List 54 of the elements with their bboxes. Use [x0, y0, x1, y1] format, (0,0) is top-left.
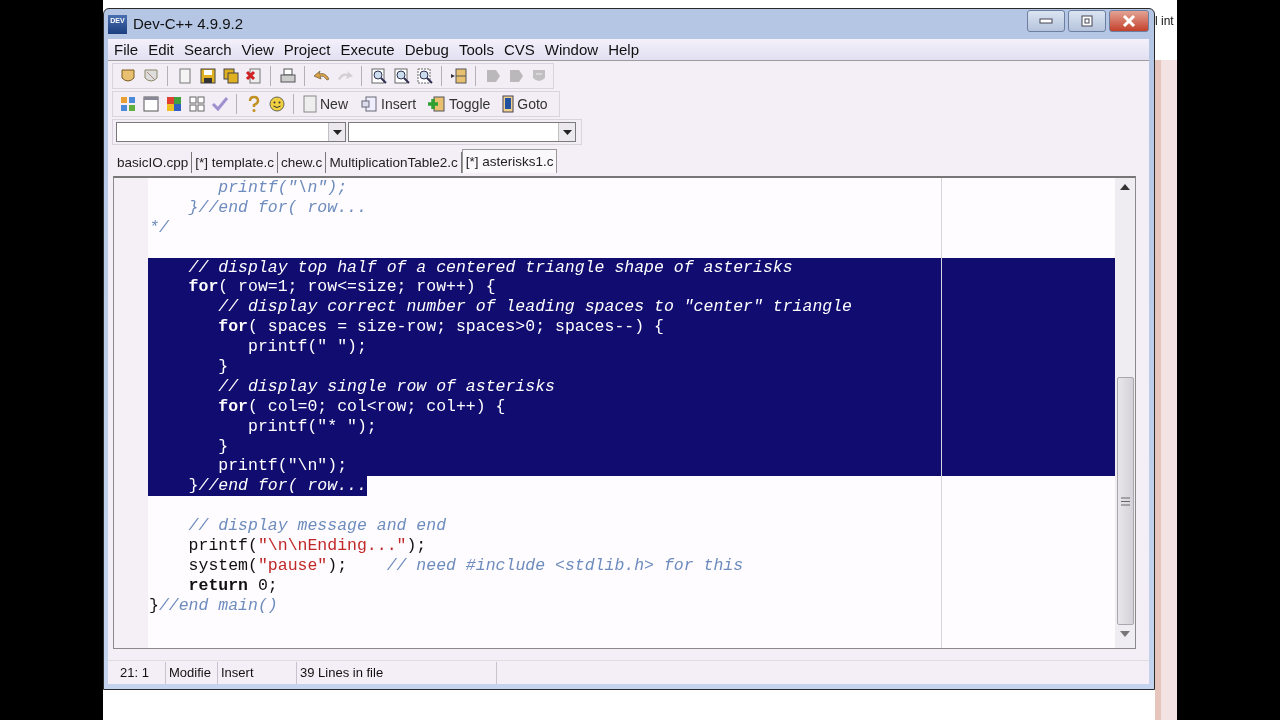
status-text: 39 Lines in file	[297, 661, 497, 684]
menu-item[interactable]: Search	[179, 39, 237, 60]
menu-item[interactable]: Debug	[399, 39, 454, 60]
dropdown-arrow-icon	[562, 129, 572, 135]
toolbar-button[interactable]: Insert	[356, 93, 425, 115]
grip-icon	[1120, 496, 1130, 506]
dropdown-field[interactable]	[116, 122, 346, 142]
maximize-icon	[1081, 15, 1093, 27]
menu-item[interactable]: Project	[278, 39, 336, 60]
maximize-button[interactable]	[1068, 10, 1106, 32]
menu-item[interactable]: Tools	[453, 39, 499, 60]
status-text: Modifie	[166, 661, 218, 684]
menu-item[interactable]: Help	[603, 39, 644, 60]
code-line: // display message and end	[187, 516, 447, 537]
code-line: printf("\n");	[217, 178, 348, 198]
status-text: Insert	[218, 661, 297, 684]
scroll-thumb[interactable]	[1116, 377, 1134, 625]
menu-item[interactable]: CVS	[498, 39, 540, 60]
insert-icon	[360, 95, 378, 113]
menu-item[interactable]: Execute	[335, 39, 400, 60]
toolbar-button[interactable]: Toggle	[424, 93, 499, 115]
menu-item[interactable]: Edit	[143, 39, 180, 60]
scroll-up-icon[interactable]	[1120, 184, 1130, 190]
document-icon	[303, 95, 317, 113]
scrollbar[interactable]	[1115, 178, 1135, 648]
menu-item[interactable]: File	[109, 39, 144, 60]
code-line: }//end main()	[148, 595, 278, 616]
menu-item[interactable]: View	[236, 39, 279, 60]
scroll-down-icon[interactable]	[1120, 631, 1130, 637]
toolbar-button[interactable]: Goto	[498, 93, 556, 115]
bookmark-icon	[502, 95, 515, 113]
file-tab[interactable]: [*] template.c	[192, 152, 279, 173]
window-title: Dev-C++ 4.9.9.2	[133, 13, 244, 34]
minimize-icon	[1039, 18, 1053, 24]
background-text: l int	[1155, 13, 1175, 30]
status-text: 21: 1	[108, 661, 166, 684]
code-line: printf("\n\nEnding...");	[187, 536, 427, 556]
toolbar-button[interactable]: New	[299, 93, 356, 115]
dropdown-field[interactable]	[348, 122, 576, 142]
file-tab[interactable]: [*] asterisks1.c	[461, 149, 558, 173]
file-tab[interactable]: basicIO.cpp	[114, 152, 193, 173]
dropdown-arrow-icon	[332, 129, 342, 135]
add-bookmark-icon	[428, 95, 447, 113]
close-button[interactable]	[1109, 10, 1149, 32]
file-tab[interactable]: MultiplicationTable2.c	[326, 152, 462, 173]
code-line: */	[148, 217, 169, 238]
minimize-button[interactable]	[1027, 10, 1065, 32]
code-line: system("pause"); // need #include <stdlib.h> for this	[187, 555, 744, 576]
code-editor[interactable]	[113, 176, 1136, 649]
close-icon	[1122, 15, 1136, 27]
file-tab[interactable]: chew.c	[278, 152, 327, 173]
code-line: return 0;	[187, 575, 278, 596]
code-line: }//end for( row...	[187, 197, 367, 218]
menu-item[interactable]: Window	[539, 39, 604, 60]
